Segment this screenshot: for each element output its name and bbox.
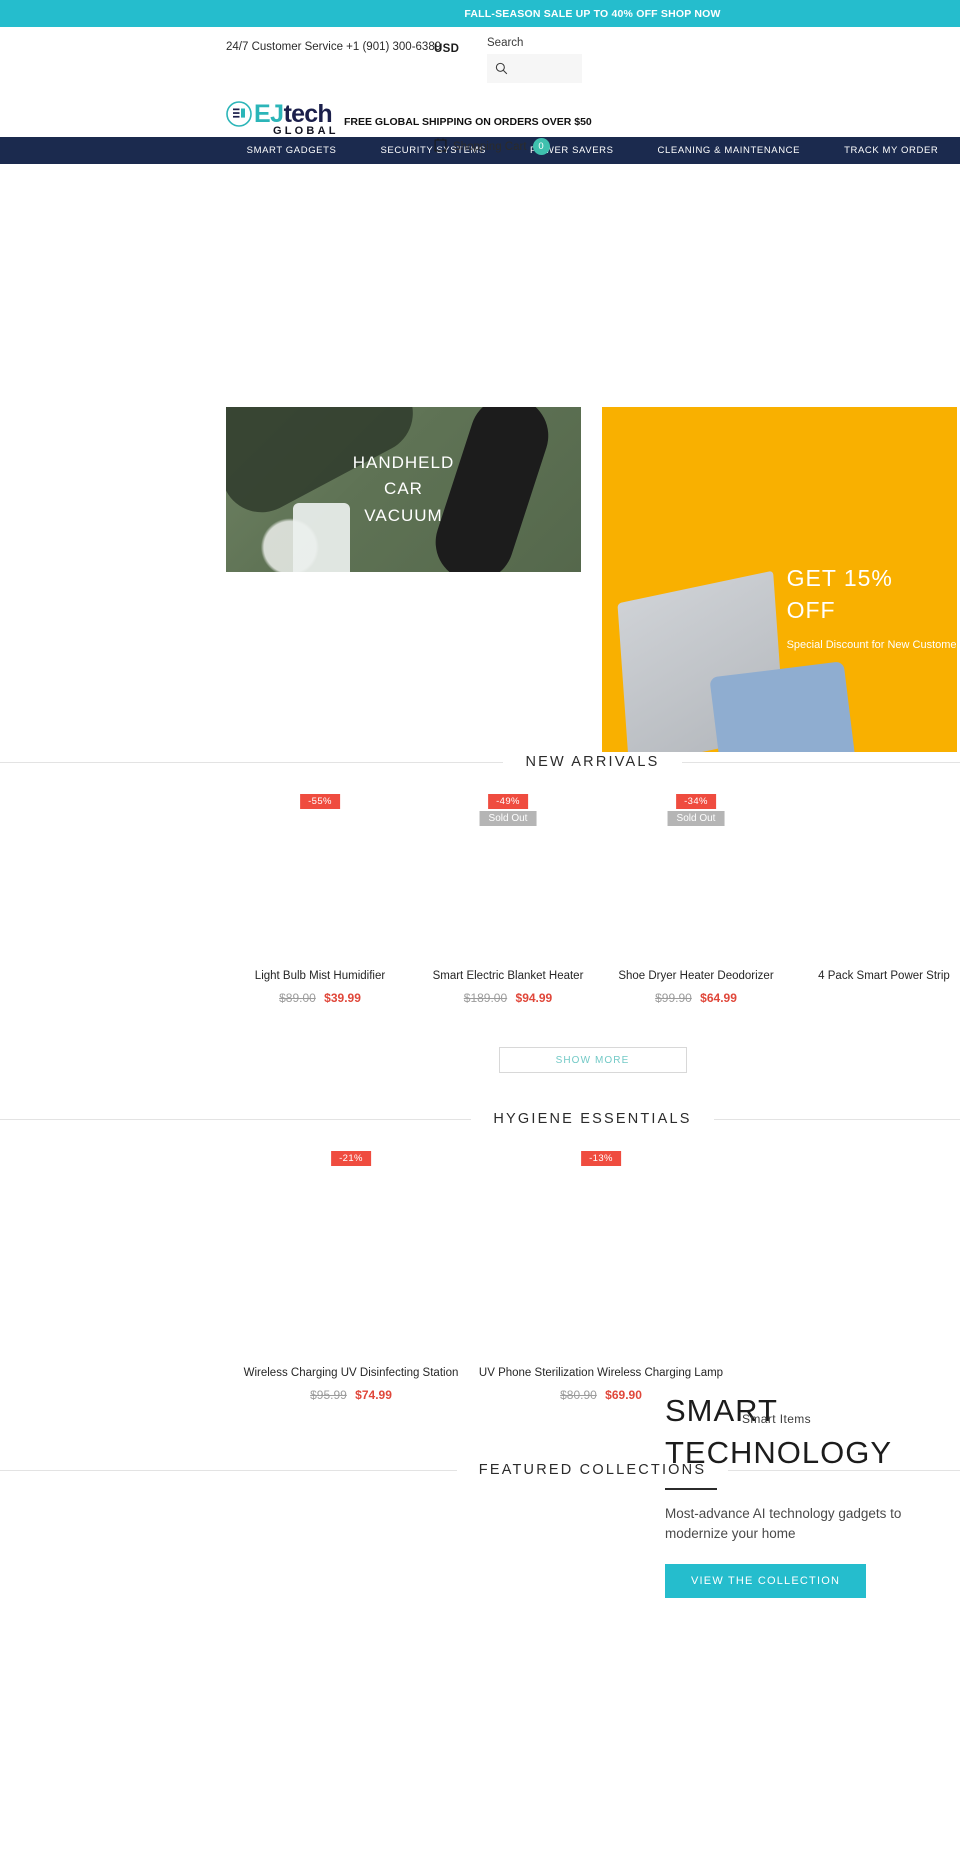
nav-item-cleaning-maintenance[interactable]: CLEANING & MAINTENANCE (636, 145, 823, 156)
price-sale: $74.99 (355, 1388, 392, 1402)
product-price (790, 991, 960, 1005)
storefront-page: FALL-SEASON SALE UP TO 40% OFF SHOP NOW … (0, 0, 960, 1875)
banner-get-15-off[interactable]: GET 15% OFF Special Discount for New Cus… (602, 407, 957, 752)
announcement-text: FALL-SEASON SALE UP TO 40% OFF SHOP NOW (464, 7, 721, 20)
price-original: $189.00 (463, 991, 508, 1005)
logo-text-tech: tech (283, 99, 333, 128)
vacuum-canister-graphic (293, 502, 351, 572)
discount-badge: -21% (331, 1151, 371, 1166)
shopping-cart-button[interactable]: Shopping Cart 0 (434, 136, 550, 157)
price-sale: $94.99 (515, 991, 553, 1005)
banner-right-subtitle: Special Discount for New Customers (786, 638, 957, 651)
free-shipping-note: FREE GLOBAL SHIPPING ON ORDERS OVER $50 (344, 116, 592, 128)
discount-badge: -13% (581, 1151, 621, 1166)
hero-section: HANDHELD CAR VACUUM GET 15% OFF Special … (0, 164, 960, 764)
cart-count-badge: 0 (532, 138, 550, 155)
product-card[interactable]: -55% Light Bulb Mist Humidifier $89.00 $… (226, 794, 414, 1005)
smart-promo-title-line2: TECHNOLOGY (665, 1434, 893, 1470)
banner-right-line2: OFF (786, 597, 836, 624)
announcement-bar[interactable]: FALL-SEASON SALE UP TO 40% OFF SHOP NOW (0, 0, 960, 27)
logo-text-ej: EJ (254, 99, 284, 128)
heading-rule-left (0, 761, 504, 763)
product-title: 4 Pack Smart Power Strip (818, 970, 950, 982)
smart-technology-promo: Smart Items SMART TECHNOLOGY Most-advanc… (665, 1390, 960, 1599)
heading-rule-left (0, 1118, 472, 1120)
smart-promo-divider (665, 1487, 717, 1490)
show-more-wrap: SHOW MORE (0, 1047, 960, 1073)
search-area: Search (487, 37, 582, 83)
hygiene-essentials-heading: HYGIENE ESSENTIALS (0, 1111, 960, 1127)
heading-rule-left (0, 1469, 457, 1471)
smart-promo-title-line1: SMART (665, 1393, 778, 1428)
sold-out-badge: Sold Out (479, 811, 537, 826)
sold-out-badge: Sold Out (667, 811, 725, 826)
search-label: Search (487, 37, 524, 49)
banner-left-text: HANDHELD CAR VACUUM (353, 450, 455, 529)
logo-mark-icon (226, 101, 252, 127)
logo-text-global: GLOBAL (273, 125, 339, 137)
price-original: $95.99 (310, 1388, 347, 1402)
discount-badge: -49% (488, 794, 528, 809)
view-collection-button[interactable]: VIEW THE COLLECTION (665, 1564, 867, 1599)
product-price: $89.00 $39.99 (226, 991, 414, 1005)
discount-badge: -55% (300, 794, 340, 809)
product-image (790, 794, 960, 964)
smart-promo-description: Most-advance AI technology gadgets to mo… (665, 1505, 902, 1541)
product-title: UV Phone Sterilization Wireless Charging… (478, 1367, 724, 1379)
customer-service-phone: 24/7 Customer Service +1 (901) 300-6389 (226, 41, 442, 53)
new-arrivals-title: NEW ARRIVALS (525, 754, 660, 770)
banner-left-line3: VACUUM (364, 505, 443, 525)
search-input[interactable] (487, 54, 582, 83)
banner-left-line2: CAR (384, 479, 423, 499)
product-image: -55% (226, 794, 414, 964)
price-sale: $39.99 (324, 991, 361, 1005)
product-card[interactable]: -49% Sold Out Smart Electric Blanket Hea… (414, 794, 602, 1005)
new-arrivals-heading: NEW ARRIVALS (0, 754, 960, 770)
new-arrivals-grid: -55% Light Bulb Mist Humidifier $89.00 $… (0, 794, 960, 1005)
product-card[interactable]: -21% Wireless Charging UV Disinfecting S… (226, 1151, 476, 1402)
banner-right-text: GET 15% OFF Special Discount for New Cus… (787, 562, 957, 650)
heading-rule-right (681, 761, 960, 763)
nav-item-smart-gadgets[interactable]: SMART GADGETS (225, 145, 359, 156)
cart-label: Shopping Cart (453, 140, 527, 153)
product-title: Wireless Charging UV Disinfecting Statio… (243, 1367, 459, 1379)
product-price: $99.90 $64.99 (602, 991, 790, 1005)
price-sale: $64.99 (700, 991, 737, 1005)
price-sale: $69.90 (605, 1388, 642, 1402)
product-title: Smart Electric Blanket Heater (432, 970, 584, 982)
product-price: $189.00 $94.99 (414, 991, 602, 1005)
product-image: -13% (476, 1151, 726, 1361)
discount-badge: -34% (676, 794, 716, 809)
banner-handheld-car-vacuum[interactable]: HANDHELD CAR VACUUM (226, 407, 581, 572)
price-original: $80.90 (560, 1388, 597, 1402)
price-original: $89.00 (279, 991, 316, 1005)
product-image: -34% Sold Out (602, 794, 790, 964)
product-price: $95.99 $74.99 (226, 1388, 476, 1402)
product-image: -21% (226, 1151, 476, 1361)
product-card[interactable]: -34% Sold Out Shoe Dryer Heater Deodoriz… (602, 794, 790, 1005)
hygiene-essentials-grid: -21% Wireless Charging UV Disinfecting S… (0, 1151, 960, 1402)
banner-right-line1: GET 15% (786, 565, 893, 592)
show-more-button[interactable]: SHOW MORE (498, 1047, 687, 1073)
product-card[interactable]: 4 Pack Smart Power Strip (790, 794, 960, 1005)
currency-selector[interactable]: USD (434, 43, 459, 55)
site-header: 24/7 Customer Service +1 (901) 300-6389 … (0, 27, 960, 155)
product-title: Shoe Dryer Heater Deodorizer (618, 970, 774, 982)
price-original: $99.90 (655, 991, 692, 1005)
denim-sleeve-graphic (708, 661, 858, 752)
smart-promo-eyebrow: Smart Items (742, 1412, 812, 1426)
nav-item-track-my-order[interactable]: TRACK MY ORDER (822, 145, 960, 156)
cart-icon (434, 136, 447, 157)
hygiene-essentials-title: HYGIENE ESSENTIALS (493, 1111, 692, 1127)
product-title: Light Bulb Mist Humidifier (254, 970, 386, 982)
product-image: -49% Sold Out (414, 794, 602, 964)
banner-left-line1: HANDHELD (352, 452, 455, 472)
heading-rule-right (713, 1118, 960, 1120)
search-icon (495, 62, 508, 75)
site-logo[interactable]: EJ tech GLOBAL (226, 101, 339, 137)
product-card[interactable]: -13% UV Phone Sterilization Wireless Cha… (476, 1151, 726, 1402)
